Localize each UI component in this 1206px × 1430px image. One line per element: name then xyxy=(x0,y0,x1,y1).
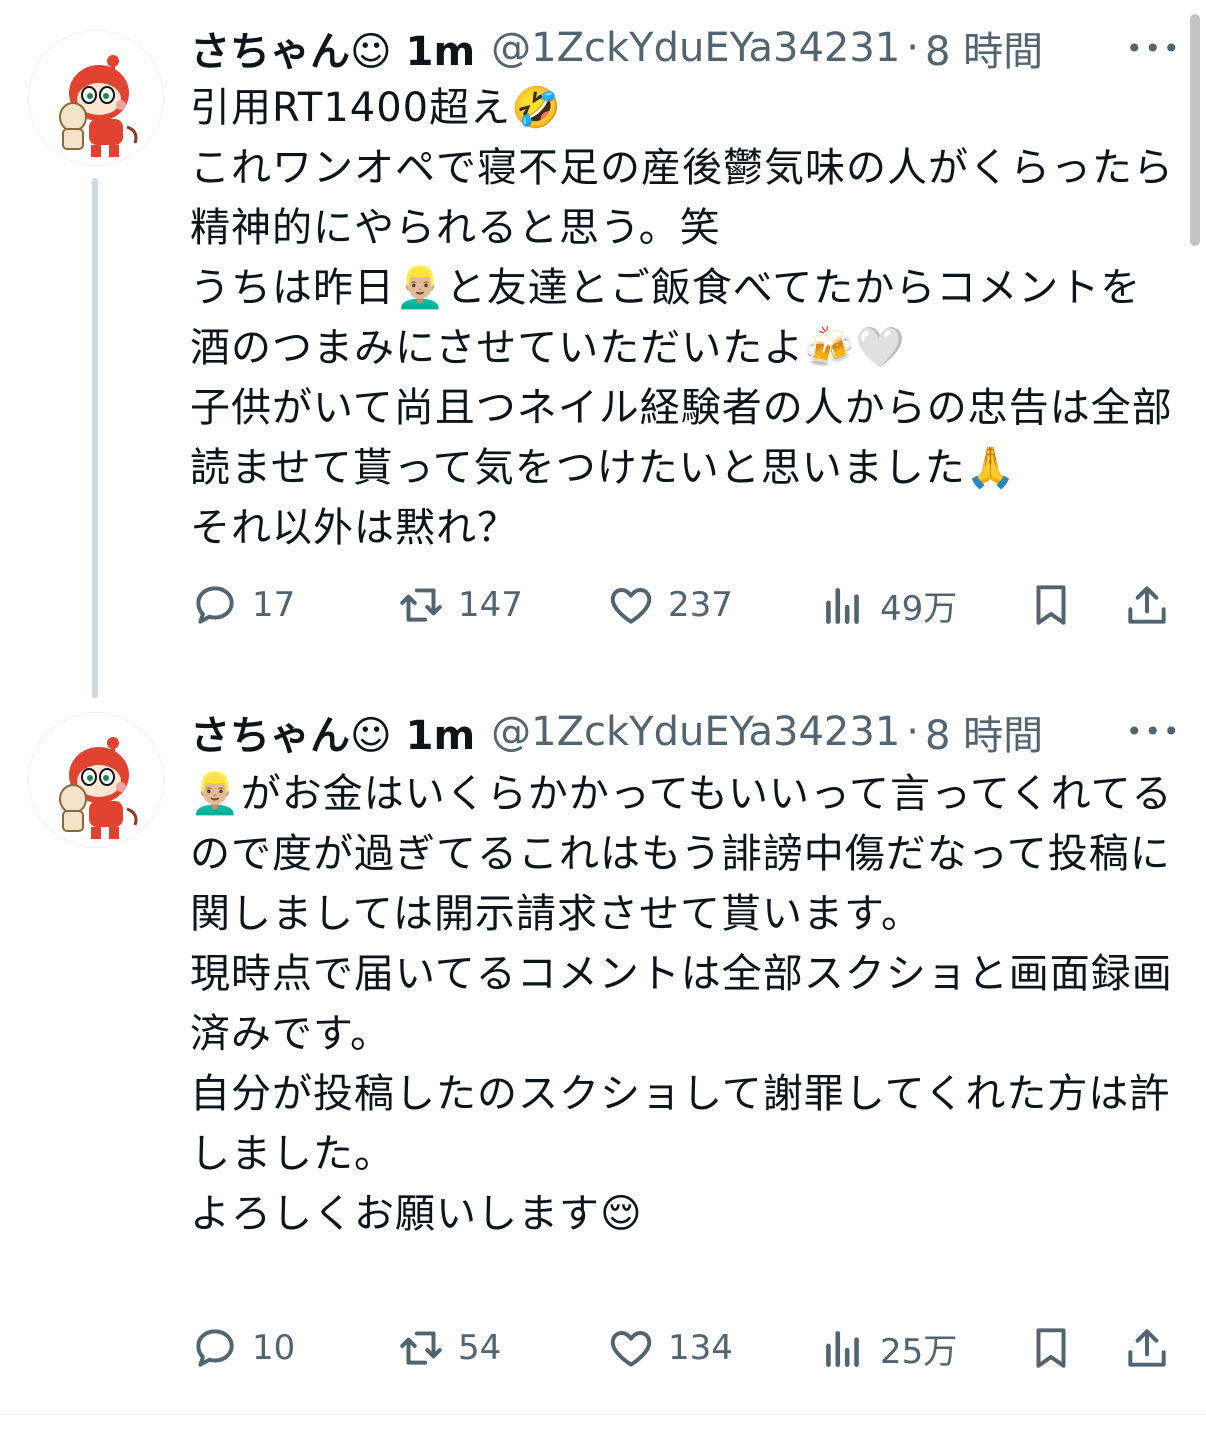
retweet-button[interactable]: 54 xyxy=(396,1323,606,1373)
views-count: 49万 xyxy=(880,588,958,629)
views-button[interactable]: 49万 xyxy=(818,580,1026,630)
retweet-icon xyxy=(400,1331,442,1365)
scrollbar[interactable] xyxy=(1190,14,1200,246)
more-options-icon[interactable]: ••• xyxy=(1126,717,1180,747)
timestamp[interactable]: 8 時間 xyxy=(925,19,1043,77)
reply-icon xyxy=(196,1329,234,1367)
avatar[interactable] xyxy=(28,30,164,166)
views-count: 25万 xyxy=(880,1331,958,1372)
thread-line xyxy=(92,178,98,698)
user-handle[interactable]: @1ZckYduEYa34231 xyxy=(491,25,900,71)
separator-dot: · xyxy=(906,709,919,755)
share-button[interactable] xyxy=(1122,1323,1172,1373)
views-icon xyxy=(826,588,859,624)
retweet-count: 147 xyxy=(458,585,523,625)
bookmark-icon xyxy=(1036,1328,1066,1368)
like-button[interactable]: 134 xyxy=(606,1323,818,1373)
reply-count: 17 xyxy=(252,585,296,625)
tweet-actions: 17 147 237 49万 xyxy=(190,575,1180,635)
avatar[interactable] xyxy=(28,712,164,848)
tweet-header: さちゃん☺︎ 1m @1ZckYduEYa34231 · 8 時間 xyxy=(190,20,1043,76)
share-icon xyxy=(1128,1329,1166,1367)
display-name[interactable]: さちゃん☺︎ 1m xyxy=(190,19,475,77)
more-options-icon[interactable]: ••• xyxy=(1126,34,1180,64)
tweet[interactable]: さちゃん☺︎ 1m @1ZckYduEYa34231 · 8 時間 ••• 引用… xyxy=(0,0,1206,698)
tweet-text: 👱🏼‍♂️がお金はいくらかかってもいいって言ってくれてるので度が過ぎてるこれはも… xyxy=(190,771,1173,1237)
bookmark-icon xyxy=(1036,585,1066,625)
tweet-text: 引用RT1400超え🤣 これワンオペで寝不足の産後鬱気味の人がくらったら精神的に… xyxy=(190,85,1174,551)
like-count: 237 xyxy=(668,585,733,625)
like-button[interactable]: 237 xyxy=(606,580,818,630)
reply-button[interactable]: 10 xyxy=(190,1323,396,1373)
views-icon xyxy=(826,1331,859,1367)
bookmark-button[interactable] xyxy=(1026,580,1122,630)
tweet-actions: 10 54 134 25万 xyxy=(190,1318,1180,1378)
tweet-header: さちゃん☺︎ 1m @1ZckYduEYa34231 · 8 時間 xyxy=(190,704,1043,760)
reply-count: 10 xyxy=(252,1328,296,1368)
reply-button[interactable]: 17 xyxy=(190,580,396,630)
share-button[interactable] xyxy=(1122,580,1172,630)
retweet-icon xyxy=(400,588,442,622)
share-icon xyxy=(1128,586,1166,624)
timestamp[interactable]: 8 時間 xyxy=(925,703,1043,761)
user-handle[interactable]: @1ZckYduEYa34231 xyxy=(491,709,900,755)
heart-icon xyxy=(610,588,652,624)
heart-icon xyxy=(610,1331,652,1367)
display-name[interactable]: さちゃん☺︎ 1m xyxy=(190,703,475,761)
bookmark-button[interactable] xyxy=(1026,1323,1122,1373)
like-count: 134 xyxy=(668,1328,733,1368)
retweet-count: 54 xyxy=(458,1328,502,1368)
tweet[interactable]: さちゃん☺︎ 1m @1ZckYduEYa34231 · 8 時間 ••• 👱🏼… xyxy=(0,690,1206,1415)
separator-dot: · xyxy=(906,25,919,71)
views-button[interactable]: 25万 xyxy=(818,1323,1026,1373)
tweet-divider xyxy=(0,1414,1206,1415)
retweet-button[interactable]: 147 xyxy=(396,580,606,630)
reply-icon xyxy=(196,586,234,624)
